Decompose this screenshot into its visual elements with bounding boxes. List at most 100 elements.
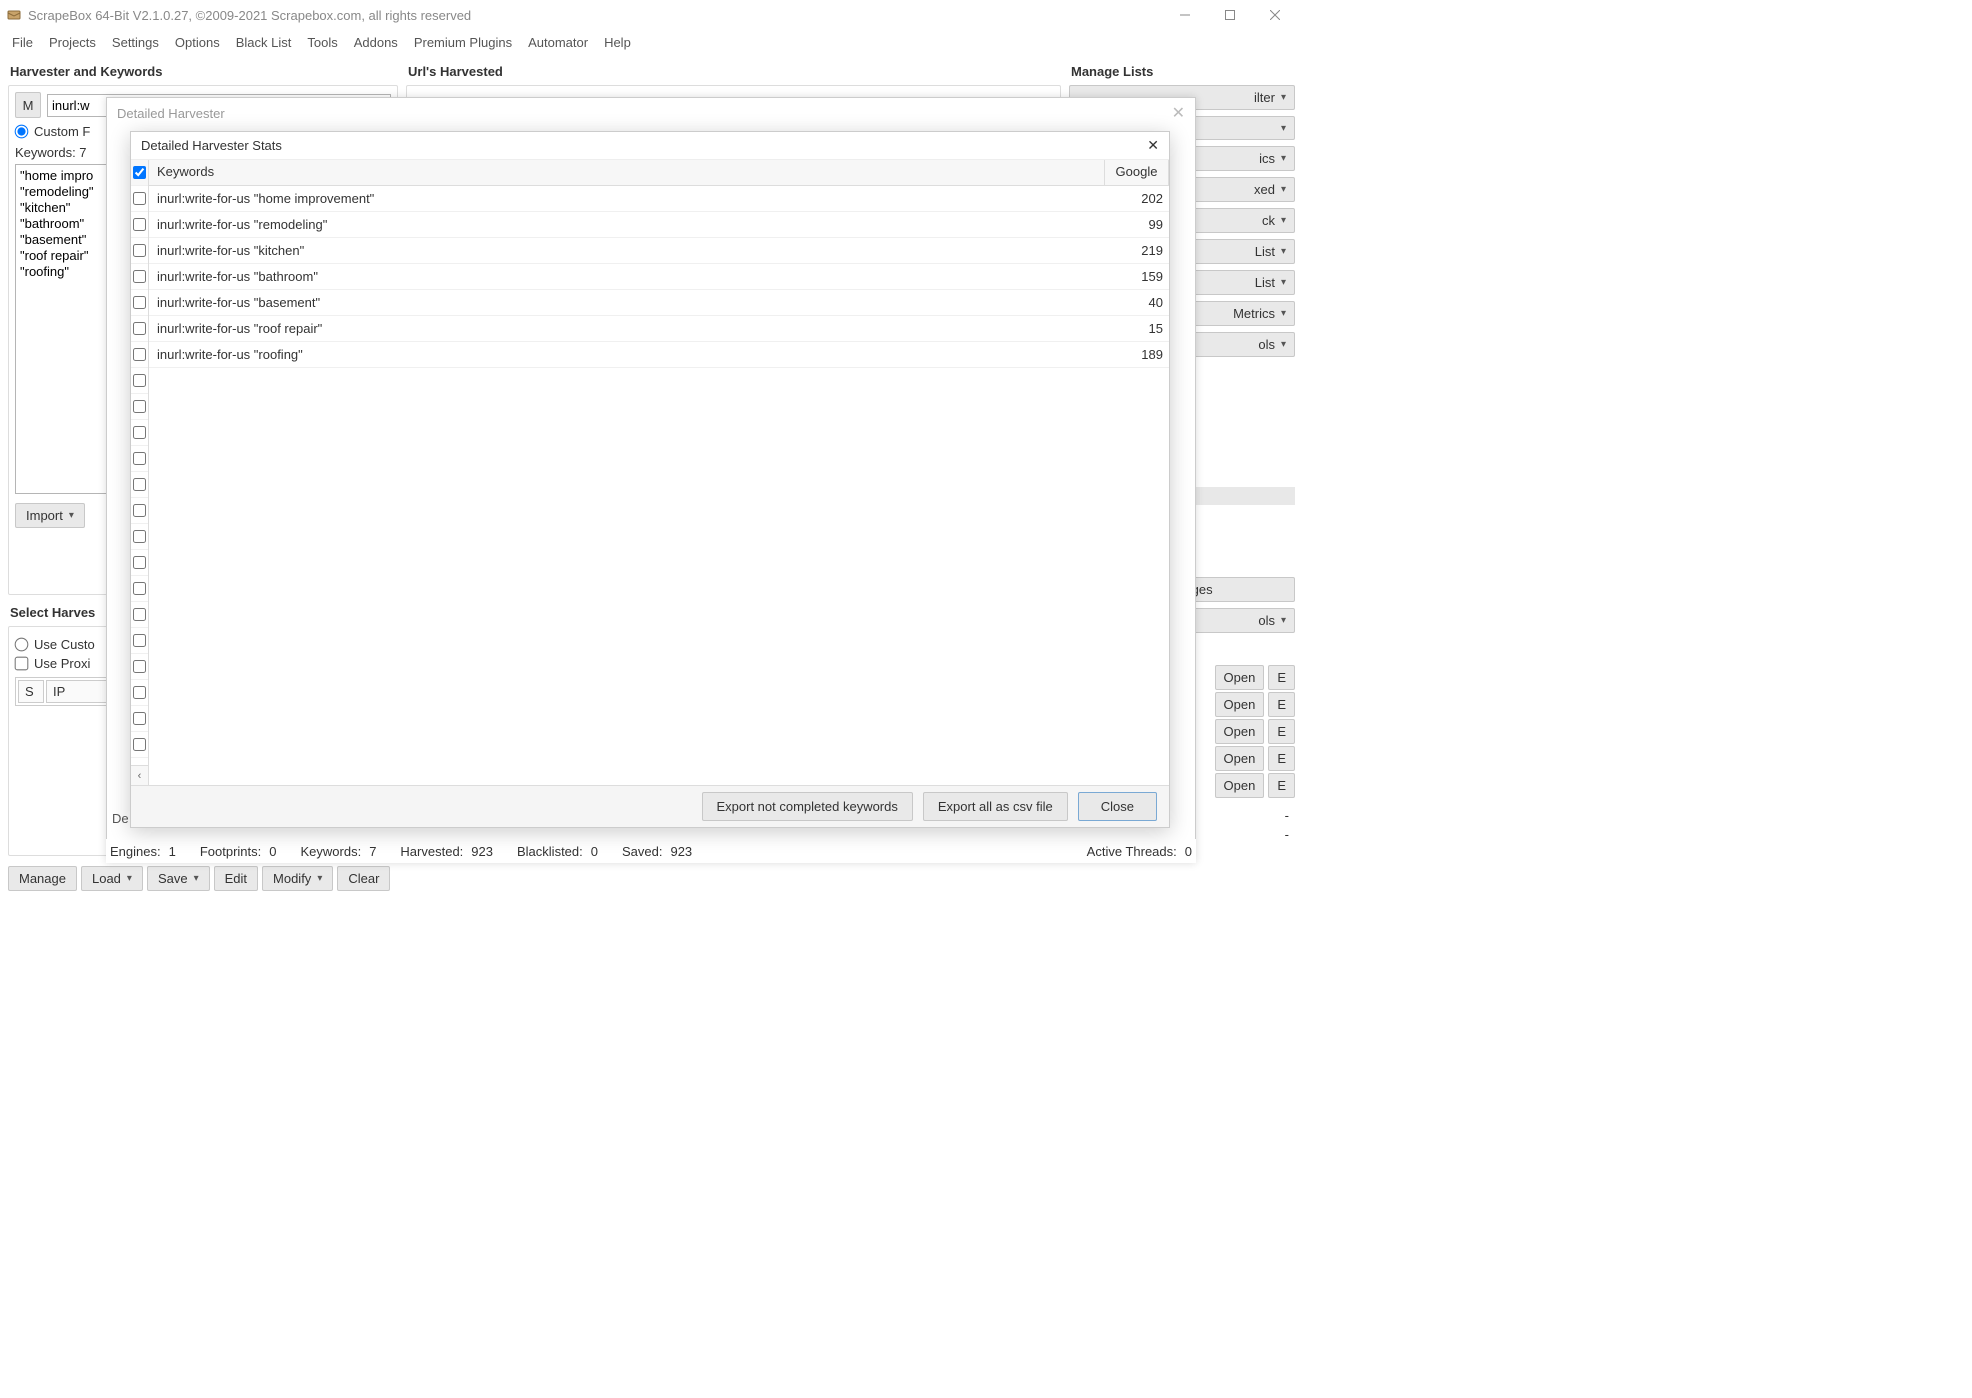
table-row: inurl:write-for-us "roof repair"15 [149,316,1169,342]
open-button-1[interactable]: Open [1215,665,1265,690]
stat-keywords-value: 7 [369,844,376,859]
stats-row-check-20[interactable] [133,712,146,725]
e-button-2[interactable]: E [1268,692,1295,717]
e-button-4[interactable]: E [1268,746,1295,771]
stats-row-check-1[interactable] [133,218,146,231]
stats-row-check-17[interactable] [133,634,146,647]
stats-row-check-19[interactable] [133,686,146,699]
stats-g-3: 159 [1105,269,1169,284]
stat-keywords-label: Keywords: [300,844,361,859]
stats-col-keywords[interactable]: Keywords [149,160,1105,185]
modify-button[interactable]: Modify [262,866,333,891]
menu-tools[interactable]: Tools [299,32,345,53]
detailed-harvester-title: Detailed Harvester [117,106,225,121]
menu-help[interactable]: Help [596,32,639,53]
menu-settings[interactable]: Settings [104,32,167,53]
stats-row-check-16[interactable] [133,608,146,621]
stats-kw-6: inurl:write-for-us "roofing" [149,347,1105,362]
harvester-status-bar: Engines:1 Footprints:0 Keywords:7 Harves… [106,839,1196,863]
e-button-5[interactable]: E [1268,773,1295,798]
custom-footprint-radio[interactable] [15,125,29,139]
stat-engines-label: Engines: [110,844,161,859]
stats-g-5: 15 [1105,321,1169,336]
stats-row-check-2[interactable] [133,244,146,257]
stats-row-check-15[interactable] [133,582,146,595]
stats-row-check-14[interactable] [133,556,146,569]
stats-kw-1: inurl:write-for-us "remodeling" [149,217,1105,232]
e-button-1[interactable]: E [1268,665,1295,690]
clear-proxies-button[interactable]: Clear [337,866,390,891]
use-proxies-checkbox[interactable] [15,657,29,671]
minimize-button[interactable] [1162,0,1207,30]
open-button-2[interactable]: Open [1215,692,1265,717]
stats-check-column: ‹ [131,160,149,785]
app-icon [6,7,22,23]
stat-blacklisted-value: 0 [591,844,598,859]
e-button-3[interactable]: E [1268,719,1295,744]
stats-row-check-0[interactable] [133,192,146,205]
stats-row-check-11[interactable] [133,478,146,491]
stats-dialog-title: Detailed Harvester Stats [141,138,282,153]
stats-row-check-18[interactable] [133,660,146,673]
stats-row-check-all[interactable] [133,166,146,179]
section-manage-lists: Manage Lists [1071,64,1295,79]
detailed-harvester-close-icon[interactable]: ✕ [1172,103,1185,123]
load-button[interactable]: Load [81,866,143,891]
table-row: inurl:write-for-us "roofing"189 [149,342,1169,368]
maximize-button[interactable] [1207,0,1252,30]
stats-kw-5: inurl:write-for-us "roof repair" [149,321,1105,336]
menu-projects[interactable]: Projects [41,32,104,53]
save-button[interactable]: Save [147,866,210,891]
stat-threads-value: 0 [1185,844,1192,859]
stat-harvested-label: Harvested: [400,844,463,859]
stats-col-google[interactable]: Google [1105,160,1169,185]
stats-kw-4: inurl:write-for-us "basement" [149,295,1105,310]
open-button-5[interactable]: Open [1215,773,1265,798]
open-button-3[interactable]: Open [1215,719,1265,744]
manage-button[interactable]: Manage [8,866,77,891]
stats-row-check-8[interactable] [133,400,146,413]
stats-kw-0: inurl:write-for-us "home improvement" [149,191,1105,206]
stats-g-6: 189 [1105,347,1169,362]
use-custom-radio[interactable] [15,638,29,652]
stats-row-check-10[interactable] [133,452,146,465]
stats-g-4: 40 [1105,295,1169,310]
table-row: inurl:write-for-us "remodeling"99 [149,212,1169,238]
menu-automator[interactable]: Automator [520,32,596,53]
open-button-4[interactable]: Open [1215,746,1265,771]
use-proxies-label: Use Proxi [34,656,90,671]
scroll-left-icon[interactable]: ‹ [131,765,148,785]
stats-row-check-13[interactable] [133,530,146,543]
export-csv-button[interactable]: Export all as csv file [923,792,1068,821]
stats-row-check-6[interactable] [133,348,146,361]
import-button[interactable]: Import [15,503,85,528]
stats-row-check-9[interactable] [133,426,146,439]
stats-dialog-close-icon[interactable]: ✕ [1147,137,1159,154]
stat-saved-value: 923 [670,844,692,859]
menubar: File Projects Settings Options Black Lis… [0,30,1303,56]
stat-blacklisted-label: Blacklisted: [517,844,583,859]
edit-button[interactable]: Edit [214,866,258,891]
stats-row-check-4[interactable] [133,296,146,309]
menu-addons[interactable]: Addons [346,32,406,53]
m-button[interactable]: M [15,92,41,118]
stats-row-check-3[interactable] [133,270,146,283]
stats-row-check-21[interactable] [133,738,146,751]
menu-blacklist[interactable]: Black List [228,32,300,53]
export-not-completed-button[interactable]: Export not completed keywords [702,792,913,821]
table-row: inurl:write-for-us "kitchen"219 [149,238,1169,264]
table-row: inurl:write-for-us "bathroom"159 [149,264,1169,290]
menu-options[interactable]: Options [167,32,228,53]
stat-saved-label: Saved: [622,844,662,859]
stats-row-check-12[interactable] [133,504,146,517]
stat-threads-label: Active Threads: [1087,844,1177,859]
menu-file[interactable]: File [4,32,41,53]
menu-premium-plugins[interactable]: Premium Plugins [406,32,520,53]
section-harvester-keywords: Harvester and Keywords [10,64,398,79]
stats-row-check-7[interactable] [133,374,146,387]
stats-row-check-5[interactable] [133,322,146,335]
close-button[interactable] [1252,0,1297,30]
stats-kw-3: inurl:write-for-us "bathroom" [149,269,1105,284]
proxies-col-s[interactable]: S [18,680,44,703]
close-dialog-button[interactable]: Close [1078,792,1157,821]
